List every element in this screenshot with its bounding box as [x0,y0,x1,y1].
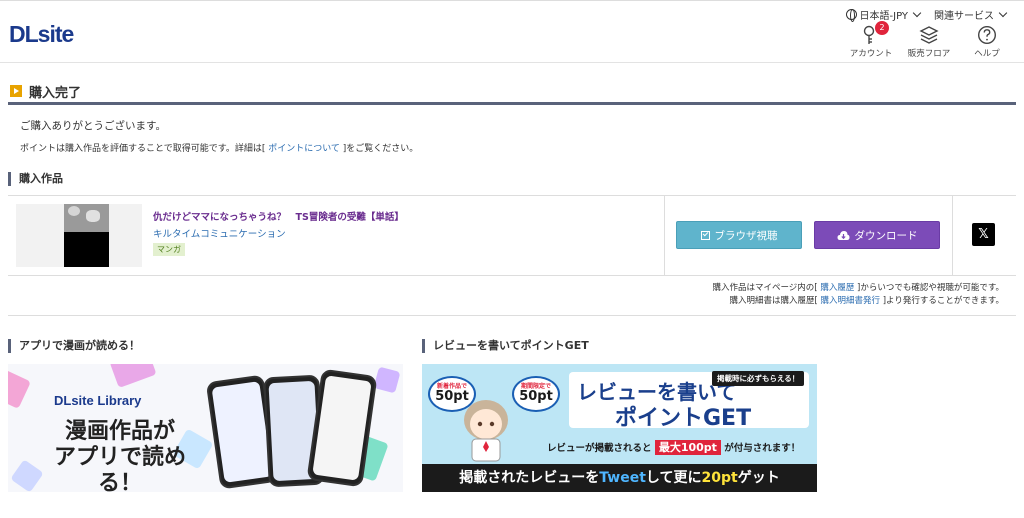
divider [952,196,953,276]
dlsite-logo[interactable]: DLsite [9,21,74,48]
review-reward-highlight: 最大100pt [654,440,721,455]
strip-points-text: 20pt [701,470,738,486]
cloud-download-icon [837,230,849,240]
bubble-big-text: 50pt [519,389,553,404]
decor-shape [373,366,401,394]
download-button[interactable]: ダウンロード [814,221,940,249]
notification-badge: 2 [875,21,889,35]
review-reward-pre: レビューが掲載されると [547,443,652,454]
globe-icon [845,9,857,22]
note-line-2: 購入明細書は購入履歴[ 購入明細書発行 ]より発行することができます。 [712,295,1004,308]
strip-text: 掲載されたレビューを [459,470,600,486]
divider [8,315,1016,316]
download-label: ダウンロード [854,229,918,242]
app-promo-line: 漫画作品が [64,419,175,444]
dlsite-library-logo: DLsite Library [54,393,142,408]
thumbnail-image [64,204,109,232]
review-label-badge: 掲載時に必ずもらえる！ [712,371,805,386]
purchased-section-title: 購入作品 [8,172,63,186]
note-text: 購入作品はマイページ内の[ [712,283,818,293]
decor-shape [8,369,31,409]
product-title-link[interactable]: 仇だけどママになっちゃうね？ TS冒険者の受難【単話】 [153,209,404,223]
checkbox-icon [700,230,710,240]
product-row: 仇だけどママになっちゃうね？ TS冒険者の受難【単話】 キルタイムコミュニケーシ… [8,196,1016,276]
product-maker-link[interactable]: キルタイムコミュニケーション [153,226,286,240]
app-promo-title: アプリで漫画が読める！ [8,339,140,353]
chevron-down-icon [998,8,1008,18]
strip-text: ゲット [737,470,780,486]
note-line-1: 購入作品はマイページ内の[ 購入履歴 ]からいつでも確認や視聴が可能です。 [712,282,1004,295]
review-headline-line: ポイントGET [615,406,752,431]
points-about-link[interactable]: ポイントについて [265,144,342,154]
account-label: アカウント [849,49,893,59]
header-icons: 2 アカウント 販売フロア ヘルプ [848,21,1010,59]
sales-floor-button[interactable]: 販売フロア [906,25,952,59]
play-marker-icon [10,85,22,97]
review-bottom-strip: 掲載されたレビューをTweetして更に20ptゲット [422,464,817,492]
product-thumbnail[interactable] [16,204,142,267]
review-reward-text: レビューが掲載されると 最大100pt が付与されます！ [547,439,800,455]
product-category-tag: マンガ [153,243,185,256]
language-selector[interactable]: 日本語-JPY [845,7,922,22]
points-note-suffix: ]をご覧ください。 [342,144,419,154]
app-promo-line: アプリで読める！ [53,445,186,492]
review-promo-banner[interactable]: 新着作品で 50pt 期間限定で 50pt レビューを書いて ポイントGET 掲… [422,364,817,492]
help-label: ヘルプ [974,49,1000,59]
review-promo-title: レビューを書いてポイントGET [422,339,589,353]
related-services-label: 関連サービス [934,11,994,22]
layers-icon [919,26,939,44]
site-header: DLsite 日本語-JPY 関連サービス 2 アカウント 販売フロア ヘルプ [0,0,1024,63]
x-share-icon[interactable]: 𝕏 [972,223,995,246]
browser-view-label: ブラウザ視聴 [714,229,778,242]
note-text: 購入明細書は購入履歴[ [729,296,818,306]
invoice-issue-link[interactable]: 購入明細書発行 [818,296,883,306]
help-icon [977,25,997,45]
bubble-badge: 期間限定で 50pt [512,376,560,412]
character-illustration [464,400,508,462]
points-note-prefix: ポイントは購入作品を評価することで取得可能です。詳細は[ [20,144,266,154]
language-label: 日本語-JPY [859,11,908,22]
note-text: ]より発行することができます。 [882,296,1004,306]
note-text: ]からいつでも確認や視聴が可能です。 [857,283,1004,293]
account-button[interactable]: 2 アカウント [848,21,894,59]
strip-tweet-text: Tweet [599,470,646,486]
app-promo-text: 漫画作品が アプリで読める！ [36,419,204,492]
related-services-menu[interactable]: 関連サービス [934,7,1008,22]
thumbnail-mask [64,232,109,267]
thanks-message: ご購入ありがとうございます。 [20,120,166,132]
sales-floor-label: 販売フロア [907,49,951,59]
app-promo-banner[interactable]: DLsite Library 漫画作品が アプリで読める！ [8,364,403,492]
points-note: ポイントは購入作品を評価することで取得可能です。詳細は[ ポイントについて ]を… [20,141,418,154]
review-reward-post: が付与されます！ [724,443,801,454]
purchase-history-link[interactable]: 購入履歴 [818,283,857,293]
page-title-bar: 購入完了 [8,80,1016,105]
page-title: 購入完了 [29,85,82,101]
browser-view-button[interactable]: ブラウザ視聴 [676,221,802,249]
divider [664,196,665,276]
purchase-notes: 購入作品はマイページ内の[ 購入履歴 ]からいつでも確認や視聴が可能です。 購入… [712,282,1004,308]
help-button[interactable]: ヘルプ [964,25,1010,59]
top-links: 日本語-JPY 関連サービス [845,7,1008,22]
strip-text: して更に [645,470,702,486]
chevron-down-icon [912,8,922,18]
decor-shape [109,364,157,388]
